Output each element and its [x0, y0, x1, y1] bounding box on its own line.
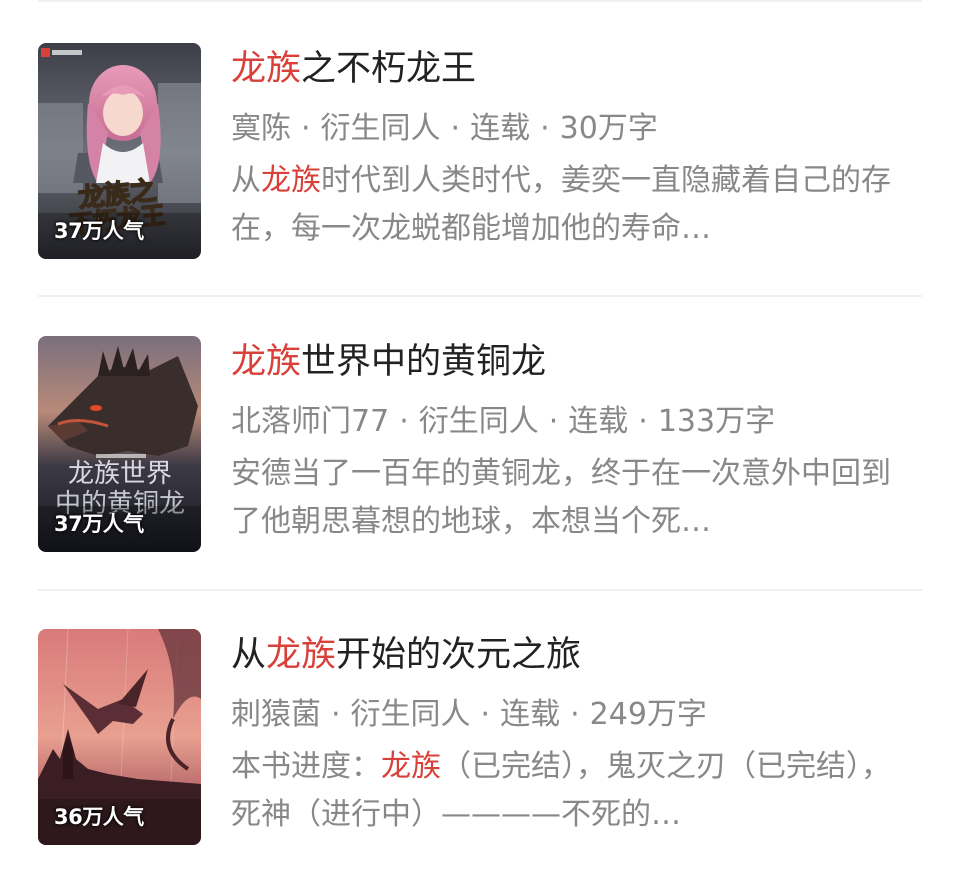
book-cover[interactable]: 龙族世界 中的黄铜龙 37万人气 — [38, 336, 201, 552]
book-status: 连载 — [470, 111, 531, 146]
book-item[interactable]: 龙族之 不朽龙王 37万人气 龙族之不朽龙王 寞陈 · 衍生同人 · 连载 · 30万字 从… — [38, 43, 922, 259]
book-description: 安德当了一百年的黄铜龙，终于在一次意外中回到了他朝思暮想的地球，本想当个死… — [231, 456, 891, 539]
book-title[interactable]: 龙族世界中的黄铜龙 — [231, 340, 922, 384]
book-author[interactable]: 北落师门77 — [231, 404, 389, 439]
keyword-highlight: 龙族 — [231, 342, 302, 382]
popularity-badge: 37万人气 — [54, 219, 144, 243]
book-category: 衍生同人 — [418, 404, 539, 439]
book-item[interactable]: 36万人气 从龙族开始的次元之旅 刺猿菌 · 衍生同人 · 连载 · 249万字 本书进度：… — [38, 629, 922, 845]
book-info: 龙族之不朽龙王 寞陈 · 衍生同人 · 连载 · 30万字 从龙族时代到人类时代，姜奕一直隐… — [231, 43, 922, 253]
book-description: 从龙族时代到人类时代，姜奕一直隐藏着自己的存在，每一次龙蜕都能增加他的寿命… — [231, 163, 891, 246]
book-meta: 北落师门77 · 衍生同人 · 连载 · 133万字 — [231, 404, 776, 439]
book-cover[interactable]: 龙族之 不朽龙王 37万人气 — [38, 43, 201, 259]
book-author[interactable]: 刺猿菌 — [231, 697, 321, 732]
book-word-count: 249万字 — [589, 697, 707, 732]
row-divider — [38, 295, 922, 297]
book-info: 从龙族开始的次元之旅 刺猿菌 · 衍生同人 · 连载 · 249万字 本书进度：龙族（已完结… — [231, 629, 922, 839]
book-status: 连载 — [500, 697, 561, 732]
book-item[interactable]: 龙族世界 中的黄铜龙 37万人气 龙族世界中的黄铜龙 北落师门77 · 衍生同人 · 连… — [38, 336, 922, 552]
svg-text:龙族世界: 龙族世界 — [68, 459, 172, 489]
book-cover[interactable]: 36万人气 — [38, 629, 201, 845]
keyword-highlight: 龙族 — [231, 49, 302, 89]
book-title[interactable]: 从龙族开始的次元之旅 — [231, 633, 922, 677]
book-word-count: 133万字 — [657, 404, 776, 439]
book-category: 衍生同人 — [350, 697, 471, 732]
row-divider — [38, 589, 922, 591]
popularity-badge: 37万人气 — [54, 512, 144, 536]
popularity-badge: 36万人气 — [54, 805, 144, 829]
keyword-highlight: 龙族 — [266, 635, 337, 675]
book-info: 龙族世界中的黄铜龙 北落师门77 · 衍生同人 · 连载 · 133万字 安德当了一百年的黄… — [231, 336, 922, 546]
top-divider — [38, 0, 922, 2]
book-title[interactable]: 龙族之不朽龙王 — [231, 47, 922, 91]
book-author[interactable]: 寞陈 — [231, 111, 291, 146]
book-category: 衍生同人 — [320, 111, 441, 146]
book-status: 连载 — [568, 404, 629, 439]
book-meta: 刺猿菌 · 衍生同人 · 连载 · 249万字 — [231, 697, 707, 732]
book-meta: 寞陈 · 衍生同人 · 连载 · 30万字 — [231, 111, 658, 146]
book-description: 本书进度：龙族（已完结），鬼灭之刃（已完结），死神（进行中）————不死的… — [231, 749, 891, 832]
book-word-count: 30万字 — [559, 111, 658, 146]
